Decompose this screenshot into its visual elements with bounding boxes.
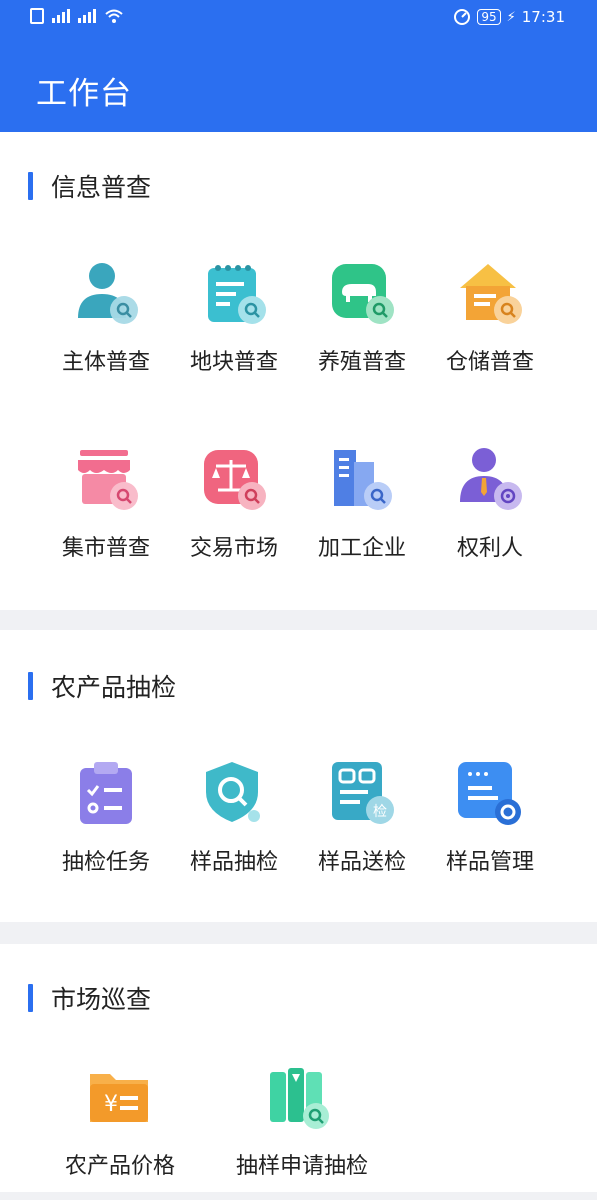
tile-sample-inspection[interactable]: 样品抽检 [164,760,304,900]
section-title-text: 信息普查 [51,173,152,202]
section-title-text: 农产品抽检 [51,673,177,702]
signal-2-icon [78,9,96,23]
signal-1-icon [52,9,70,23]
sample-send-icon: 检 [332,762,394,824]
tile-label: 农产品价格 [64,1154,175,1179]
tile-label: 样品管理 [445,850,534,875]
section-title-text: 市场巡查 [51,985,152,1014]
tile-subject-census[interactable]: 主体普查 [36,260,176,400]
tile-processing-enterprise[interactable]: 加工企业 [292,446,432,586]
tile-livestock-census[interactable]: 养殖普查 [292,260,432,400]
warehouse-search-icon [460,264,522,324]
tile-label: 养殖普查 [317,350,406,375]
status-right: 95 ⚡ 17:31 [453,8,565,26]
tile-label: 抽样申请抽检 [235,1154,368,1179]
status-left [30,8,124,24]
page-title: 工作台 [36,76,132,112]
section-accent-bar [28,672,33,700]
tile-sampling-request[interactable]: 抽样申请抽检 [232,1064,372,1200]
tile-label: 抽检任务 [61,850,150,875]
sample-request-search-icon [270,1068,329,1129]
tile-trading-market[interactable]: 交易市场 [164,446,304,586]
section-accent-bar [28,984,33,1012]
tile-rights-holder[interactable]: 权利人 [420,446,560,586]
charging-icon: ⚡ [506,9,516,25]
app-header: 95 ⚡ 17:31 工作台 [0,0,597,132]
section-accent-bar [28,172,33,200]
status-time: 17:31 [521,8,565,26]
price-symbol: ¥ [104,1092,118,1117]
bottom-strip [0,1192,597,1200]
section-title: 信息普查 [28,168,151,204]
speed-gauge-icon [454,9,471,25]
tile-label: 交易市场 [189,536,278,561]
tile-label: 集市普查 [61,536,150,561]
tile-label: 主体普查 [61,350,150,375]
tile-label: 加工企业 [317,536,406,561]
price-folder-icon: ¥ [90,1074,148,1122]
status-bar: 95 ⚡ 17:31 [0,0,597,38]
tile-produce-price[interactable]: ¥ 农产品价格 [50,1064,190,1200]
tile-market-census[interactable]: 集市普查 [36,446,176,586]
market-stall-search-icon [78,450,138,510]
rights-holder-gear-icon [460,448,522,510]
shield-search-icon [206,762,260,822]
tile-label: 仓储普查 [445,350,534,375]
land-notepad-search-icon [208,265,266,324]
clipboard-task-icon [80,762,132,824]
section-title: 农产品抽检 [28,668,176,704]
section-info-census: 信息普查 主体普查 地块普查 养殖普查 仓储普查 集市普查 交易市场 加工企业 … [0,132,597,610]
battery-indicator: 95 [477,9,501,25]
sample-manage-gear-icon [458,762,521,825]
tile-label: 样品抽检 [189,850,278,875]
section-title: 市场巡查 [28,980,151,1016]
person-search-icon [78,263,138,324]
tile-sample-management[interactable]: 样品管理 [420,760,560,900]
tile-sample-submission[interactable]: 检 样品送检 [292,760,432,900]
tile-sampling-task[interactable]: 抽检任务 [36,760,176,900]
tile-label: 权利人 [456,536,523,561]
tile-label: 样品送检 [317,850,406,875]
tile-label: 地块普查 [189,350,278,375]
sample-send-badge: 检 [373,804,387,820]
tile-warehouse-census[interactable]: 仓储普查 [420,260,560,400]
section-market-patrol: 市场巡查 ¥ 农产品价格 抽样申请抽检 [0,944,597,1192]
section-sampling: 农产品抽检 抽检任务 样品抽检 检 样品送检 样品管理 [0,630,597,922]
tile-land-census[interactable]: 地块普查 [164,260,304,400]
livestock-search-icon [332,264,394,324]
building-search-icon [334,450,392,510]
scale-search-icon [204,450,266,510]
wifi-icon [105,9,123,23]
sim-icon [30,8,44,24]
